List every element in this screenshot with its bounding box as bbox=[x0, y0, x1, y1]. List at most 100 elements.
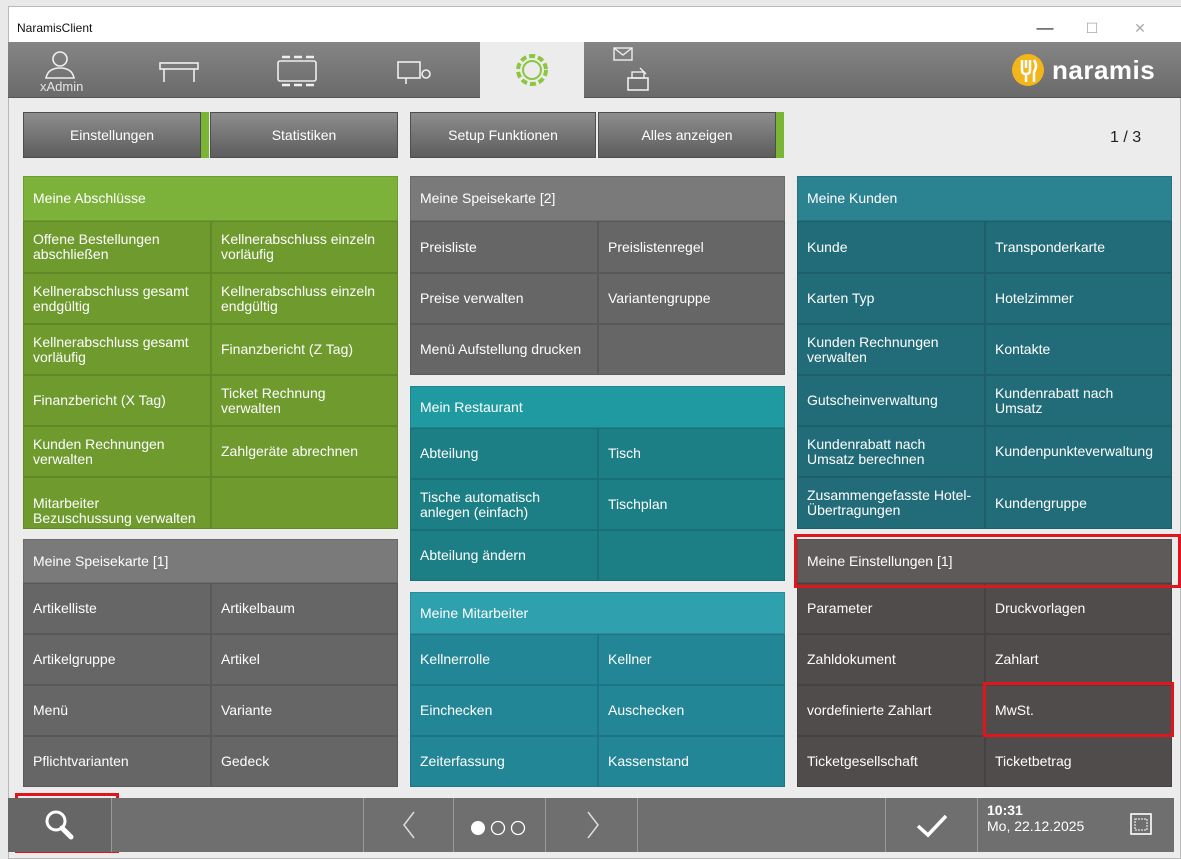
tile-kunde[interactable]: Kunde bbox=[797, 221, 985, 273]
group-header-abschluesse: Meine Abschlüsse bbox=[23, 176, 398, 221]
tile-druckvorlagen[interactable]: Druckvorlagen bbox=[985, 583, 1172, 634]
tile-kassenstand[interactable]: Kassenstand bbox=[598, 736, 785, 787]
clock-time: 10:31 bbox=[987, 802, 1023, 818]
devices-button[interactable] bbox=[362, 42, 466, 98]
xadmin-label: xAdmin bbox=[40, 79, 84, 94]
tile-empty bbox=[598, 530, 785, 581]
tile-gedeck[interactable]: Gedeck bbox=[211, 736, 398, 787]
tile-artikelliste[interactable]: Artikelliste bbox=[23, 583, 211, 634]
chevron-right-icon bbox=[587, 811, 599, 839]
tab-accent bbox=[201, 112, 209, 158]
tile-zahldokument[interactable]: Zahldokument bbox=[797, 634, 985, 685]
tile-kunden-rechnungen-verwalten[interactable]: Kunden Rechnungen verwalten bbox=[797, 324, 985, 375]
tile-ticket-rechnung[interactable]: Ticket Rechnung verwalten bbox=[211, 375, 398, 426]
logo-icon bbox=[1012, 54, 1044, 86]
tile-zahlart[interactable]: Zahlart bbox=[985, 634, 1172, 685]
tile-kellnerabschluss-einzeln-endgueltig[interactable]: Kellnerabschluss einzeln endgültig bbox=[211, 273, 398, 324]
logo-text: naramis bbox=[1052, 55, 1156, 85]
tile-abteilung[interactable]: Abteilung bbox=[410, 428, 598, 479]
tile-hotelzimmer[interactable]: Hotelzimmer bbox=[985, 273, 1172, 324]
group-header-kunden: Meine Kunden bbox=[797, 176, 1172, 221]
tile-kundenrabatt-umsatz[interactable]: Kundenrabatt nach Umsatz bbox=[985, 375, 1172, 426]
tab-accent bbox=[776, 112, 784, 158]
tile-kundenpunkteverwaltung[interactable]: Kundenpunkteverwaltung bbox=[985, 426, 1172, 477]
tile-kellnerabschluss-gesamt-endgueltig[interactable]: Kellnerabschluss gesamt endgültig bbox=[23, 273, 211, 324]
tile-artikelgruppe[interactable]: Artikelgruppe bbox=[23, 634, 211, 685]
pagination-dots-icon bbox=[471, 820, 526, 836]
tile-pflichtvarianten[interactable]: Pflichtvarianten bbox=[23, 736, 211, 787]
tile-artikel[interactable]: Artikel bbox=[211, 634, 398, 685]
page-indicator: 1 / 3 bbox=[1110, 129, 1142, 146]
clock-date: Mo, 22.12.2025 bbox=[987, 818, 1085, 834]
page-dots[interactable] bbox=[454, 798, 546, 852]
tab-statistiken[interactable]: Statistiken bbox=[210, 112, 398, 158]
confirm-button[interactable] bbox=[886, 798, 978, 852]
tile-kellnerrolle[interactable]: Kellnerrolle bbox=[410, 634, 598, 685]
terminal-icon bbox=[397, 61, 431, 84]
tile-kellnerabschluss-gesamt-vorlaeufig[interactable]: Kellnerabschluss gesamt vorläufig bbox=[23, 324, 211, 375]
gear-icon bbox=[516, 54, 548, 86]
next-page-button[interactable] bbox=[546, 798, 638, 852]
tile-variante[interactable]: Variante bbox=[211, 685, 398, 736]
tile-mwst[interactable]: MwSt. bbox=[985, 685, 1172, 736]
tile-hotel-uebertragungen[interactable]: Zusammengefasste Hotel- Übertragungen bbox=[797, 477, 985, 529]
calendar-icon[interactable] bbox=[1128, 810, 1158, 840]
checkmark-icon bbox=[916, 814, 948, 838]
tab-einstellungen[interactable]: Einstellungen bbox=[23, 112, 201, 158]
tile-kundenrabatt-berechnen[interactable]: Kundenrabatt nach Umsatz berechnen bbox=[797, 426, 985, 477]
naramis-logo: naramis bbox=[1010, 52, 1175, 88]
tile-kundengruppe[interactable]: Kundengruppe bbox=[985, 477, 1172, 529]
user-admin-button[interactable]: xAdmin bbox=[8, 42, 112, 98]
clock: 10:31 Mo, 22.12.2025 bbox=[987, 802, 1084, 834]
tile-preise-verwalten[interactable]: Preise verwalten bbox=[410, 273, 598, 324]
group-header-speisekarte1: Meine Speisekarte [1] bbox=[23, 539, 398, 583]
tile-artikelbaum[interactable]: Artikelbaum bbox=[211, 583, 398, 634]
tile-menue-aufstellung[interactable]: Menü Aufstellung drucken bbox=[410, 324, 598, 375]
window-title: NaramisClient bbox=[17, 21, 93, 35]
tile-preislistenregel[interactable]: Preislistenregel bbox=[598, 221, 785, 273]
mail-print-button[interactable] bbox=[598, 42, 702, 98]
tab-alles-anzeigen[interactable]: Alles anzeigen bbox=[598, 112, 776, 158]
tile-kellnerabschluss-einzeln-vorlaeufig[interactable]: Kellnerabschluss einzeln vorläufig bbox=[211, 221, 398, 273]
tile-tische-automatisch[interactable]: Tische automatisch anlegen (einfach) bbox=[410, 479, 598, 530]
prev-page-button[interactable] bbox=[364, 798, 454, 852]
tile-vordefinierte-zahlart[interactable]: vordefinierte Zahlart bbox=[797, 685, 985, 736]
tile-ticketgesellschaft[interactable]: Ticketgesellschaft bbox=[797, 736, 985, 787]
table-view-button[interactable] bbox=[126, 42, 230, 98]
tile-auschecken[interactable]: Auschecken bbox=[598, 685, 785, 736]
tile-gutscheinverwaltung[interactable]: Gutscheinverwaltung bbox=[797, 375, 985, 426]
floorplan-button[interactable] bbox=[244, 42, 348, 98]
tile-kontakte[interactable]: Kontakte bbox=[985, 324, 1172, 375]
tile-offene-bestellungen[interactable]: Offene Bestellungen abschließen bbox=[23, 221, 211, 273]
tile-finanzbericht-z[interactable]: Finanzbericht (Z Tag) bbox=[211, 324, 398, 375]
tile-parameter[interactable]: Parameter bbox=[797, 583, 985, 634]
group-header-restaurant: Mein Restaurant bbox=[410, 386, 785, 428]
tile-kunden-rechnungen[interactable]: Kunden Rechnungen verwalten bbox=[23, 426, 211, 477]
tile-menue[interactable]: Menü bbox=[23, 685, 211, 736]
tile-kellner[interactable]: Kellner bbox=[598, 634, 785, 685]
tile-karten-typ[interactable]: Karten Typ bbox=[797, 273, 985, 324]
tile-einchecken[interactable]: Einchecken bbox=[410, 685, 598, 736]
tile-finanzbericht-x[interactable]: Finanzbericht (X Tag) bbox=[23, 375, 211, 426]
maximize-button[interactable]: ☐ bbox=[1069, 13, 1115, 43]
bottom-spacer bbox=[638, 798, 886, 852]
tile-zeiterfassung[interactable]: Zeiterfassung bbox=[410, 736, 598, 787]
tile-transponderkarte[interactable]: Transponderkarte bbox=[985, 221, 1172, 273]
tile-zahlgeraete[interactable]: Zahlgeräte abrechnen bbox=[211, 426, 398, 477]
settings-tab-button[interactable] bbox=[480, 42, 584, 98]
tile-ticketbetrag[interactable]: Ticketbetrag bbox=[985, 736, 1172, 787]
search-button[interactable] bbox=[8, 798, 112, 852]
chevron-left-icon bbox=[403, 811, 415, 839]
tile-tisch[interactable]: Tisch bbox=[598, 428, 785, 479]
search-icon bbox=[45, 810, 74, 840]
tile-preisliste[interactable]: Preisliste bbox=[410, 221, 598, 273]
minimize-button[interactable]: — bbox=[1022, 13, 1068, 43]
tile-abteilung-aendern[interactable]: Abteilung ändern bbox=[410, 530, 598, 581]
tab-setup-funktionen[interactable]: Setup Funktionen bbox=[410, 112, 596, 158]
table-icon bbox=[159, 62, 199, 82]
tile-mitarbeiter-bezuschussung[interactable]: Mitarbeiter Bezuschussung verwalten bbox=[23, 477, 211, 529]
close-button[interactable]: ✕ bbox=[1117, 13, 1163, 43]
top-toolbar: xAdmin naramis bbox=[8, 42, 1181, 98]
tile-tischplan[interactable]: Tischplan bbox=[598, 479, 785, 530]
tile-variantengruppe[interactable]: Variantengruppe bbox=[598, 273, 785, 324]
